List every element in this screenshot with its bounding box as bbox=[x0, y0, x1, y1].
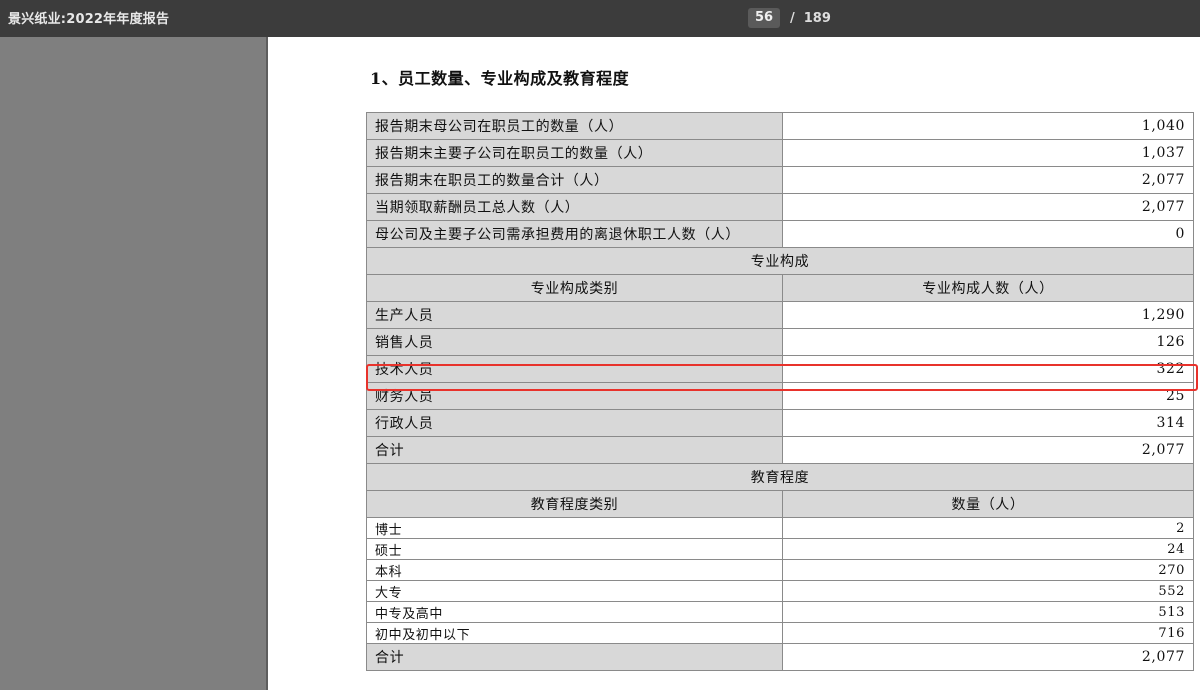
current-page-input[interactable]: 56 bbox=[748, 8, 780, 28]
row-value: 0 bbox=[782, 220, 1194, 248]
row-value: 2,077 bbox=[782, 166, 1194, 194]
table-row: 行政人员 314 bbox=[366, 409, 1194, 437]
row-value: 24 bbox=[782, 538, 1194, 560]
row-label: 初中及初中以下 bbox=[366, 622, 783, 644]
section-header-row: 专业构成 bbox=[366, 247, 1194, 275]
table-row: 硕士 24 bbox=[366, 538, 1194, 560]
row-label: 合计 bbox=[366, 436, 783, 464]
section-title: 教育程度 bbox=[366, 463, 1194, 491]
row-value: 126 bbox=[782, 328, 1194, 356]
table-row: 大专 552 bbox=[366, 580, 1194, 602]
row-label: 生产人员 bbox=[366, 301, 783, 329]
row-value: 552 bbox=[782, 580, 1194, 602]
column-header: 数量（人） bbox=[782, 490, 1194, 518]
row-value: 716 bbox=[782, 622, 1194, 644]
row-label: 行政人员 bbox=[366, 409, 783, 437]
column-header: 专业构成类别 bbox=[366, 274, 783, 302]
page-navigator: 56 / 189 bbox=[748, 7, 831, 29]
table-row-total: 合计 2,077 bbox=[366, 436, 1194, 464]
row-value: 1,290 bbox=[782, 301, 1194, 329]
row-value: 2,077 bbox=[782, 436, 1194, 464]
table-row: 母公司及主要子公司需承担费用的离退休职工人数（人） 0 bbox=[366, 220, 1194, 248]
document-title: 景兴纸业:2022年年度报告 bbox=[8, 12, 170, 27]
column-header-row: 专业构成类别 专业构成人数（人） bbox=[366, 274, 1194, 302]
row-value: 1,040 bbox=[782, 112, 1194, 140]
row-label: 财务人员 bbox=[366, 382, 783, 410]
document-page: 1、员工数量、专业构成及教育程度 报告期末母公司在职员工的数量（人） 1,040… bbox=[266, 37, 1200, 690]
row-label: 母公司及主要子公司需承担费用的离退休职工人数（人） bbox=[366, 220, 783, 248]
row-value: 25 bbox=[782, 382, 1194, 410]
row-label: 销售人员 bbox=[366, 328, 783, 356]
table-row-highlighted: 技术人员 322 bbox=[366, 355, 1194, 383]
row-value: 513 bbox=[782, 601, 1194, 623]
row-value: 314 bbox=[782, 409, 1194, 437]
total-pages: 189 bbox=[803, 10, 831, 26]
table-row: 生产人员 1,290 bbox=[366, 301, 1194, 329]
table-row: 本科 270 bbox=[366, 559, 1194, 581]
table-row: 当期领取薪酬员工总人数（人） 2,077 bbox=[366, 193, 1194, 221]
row-value: 322 bbox=[782, 355, 1194, 383]
row-label: 报告期末在职员工的数量合计（人） bbox=[366, 166, 783, 194]
column-header: 专业构成人数（人） bbox=[782, 274, 1194, 302]
table-row: 初中及初中以下 716 bbox=[366, 622, 1194, 644]
row-label: 博士 bbox=[366, 517, 783, 539]
row-label: 技术人员 bbox=[366, 355, 783, 383]
column-header: 教育程度类别 bbox=[366, 490, 783, 518]
row-value: 2,077 bbox=[782, 193, 1194, 221]
section-heading: 1、员工数量、专业构成及教育程度 bbox=[370, 69, 630, 88]
table-row-total: 合计 2,077 bbox=[366, 643, 1194, 671]
row-label: 本科 bbox=[366, 559, 783, 581]
row-value: 270 bbox=[782, 559, 1194, 581]
table-row: 博士 2 bbox=[366, 517, 1194, 539]
table-row: 中专及高中 513 bbox=[366, 601, 1194, 623]
viewer-toolbar: 景兴纸业:2022年年度报告 56 / 189 bbox=[0, 0, 1200, 37]
table-row: 报告期末母公司在职员工的数量（人） 1,040 bbox=[366, 112, 1194, 140]
page-separator: / bbox=[790, 10, 795, 26]
row-label: 大专 bbox=[366, 580, 783, 602]
column-header-row: 教育程度类别 数量（人） bbox=[366, 490, 1194, 518]
row-label: 硕士 bbox=[366, 538, 783, 560]
table-row: 报告期末在职员工的数量合计（人） 2,077 bbox=[366, 166, 1194, 194]
table-row: 报告期末主要子公司在职员工的数量（人） 1,037 bbox=[366, 139, 1194, 167]
section-header-row: 教育程度 bbox=[366, 463, 1194, 491]
row-label: 合计 bbox=[366, 643, 783, 671]
table-row: 财务人员 25 bbox=[366, 382, 1194, 410]
row-label: 中专及高中 bbox=[366, 601, 783, 623]
row-value: 1,037 bbox=[782, 139, 1194, 167]
section-title: 专业构成 bbox=[366, 247, 1194, 275]
employee-table: 报告期末母公司在职员工的数量（人） 1,040 报告期末主要子公司在职员工的数量… bbox=[366, 112, 1194, 671]
row-label: 报告期末母公司在职员工的数量（人） bbox=[366, 112, 783, 140]
sidebar-panel bbox=[0, 37, 266, 690]
table-row: 销售人员 126 bbox=[366, 328, 1194, 356]
row-value: 2,077 bbox=[782, 643, 1194, 671]
row-value: 2 bbox=[782, 517, 1194, 539]
row-label: 当期领取薪酬员工总人数（人） bbox=[366, 193, 783, 221]
row-label: 报告期末主要子公司在职员工的数量（人） bbox=[366, 139, 783, 167]
